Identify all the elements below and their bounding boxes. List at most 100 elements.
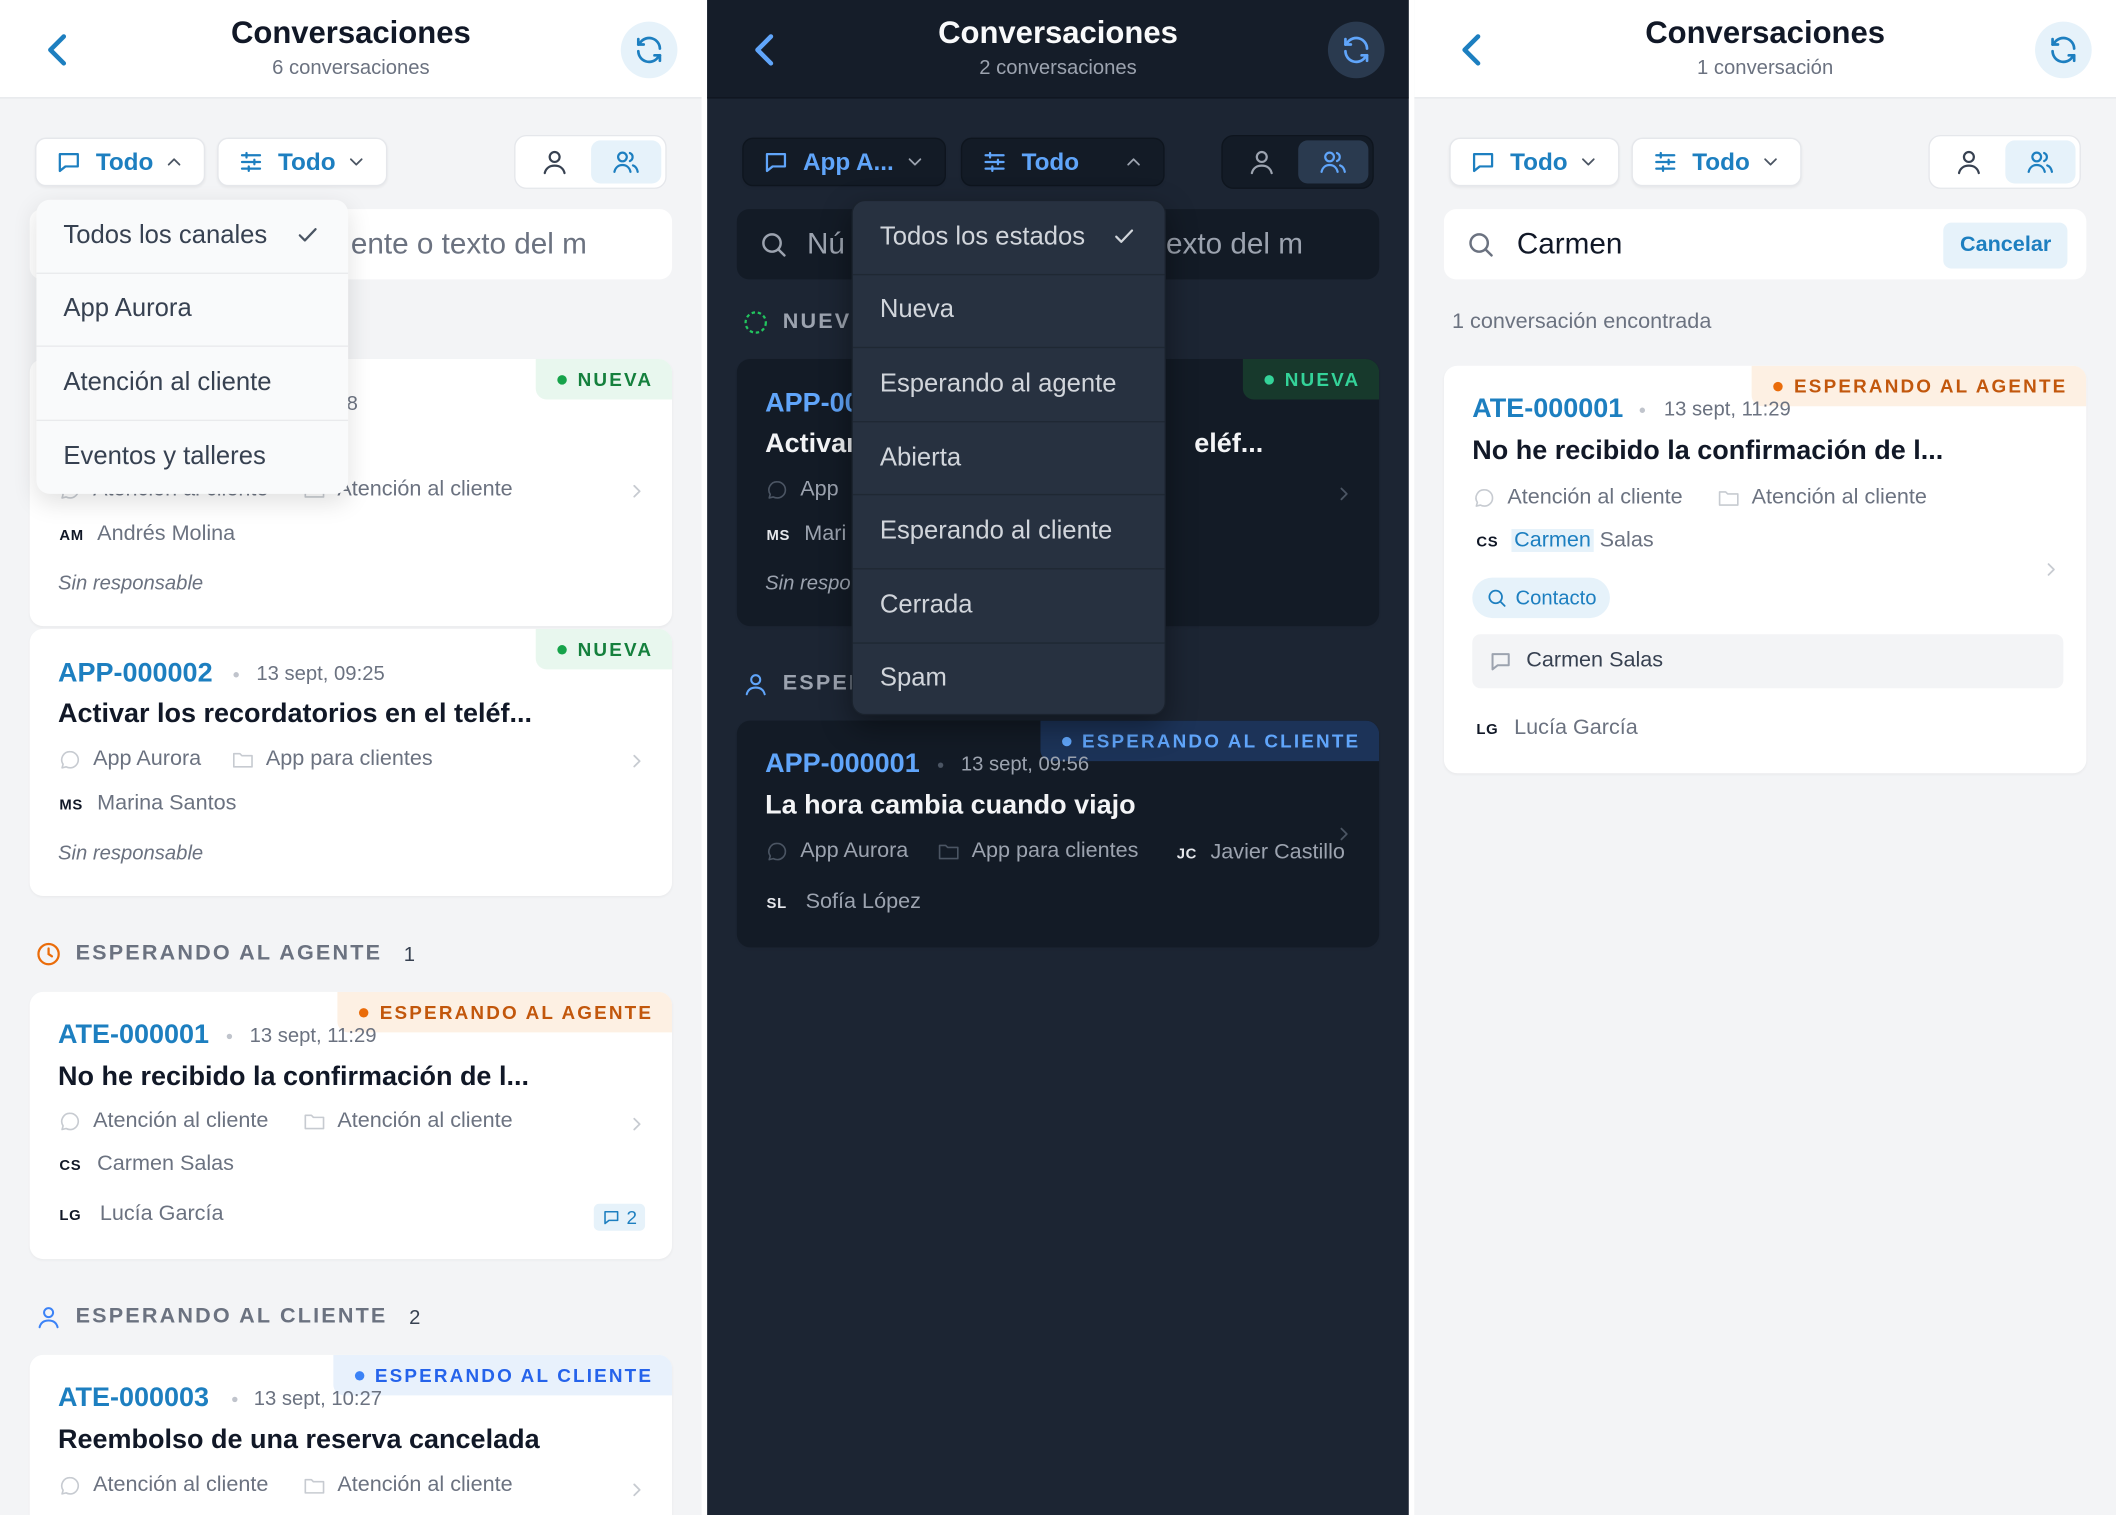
users-icon (611, 147, 641, 177)
search-value: Carmen (1516, 226, 1623, 261)
conversation-card[interactable]: ESPERANDO AL AGENTE ATE-000001 13 sept, … (1443, 365, 2087, 774)
assignee-toggle (1221, 134, 1374, 189)
menu-item-all-statuses[interactable]: Todos los estados (852, 201, 1165, 275)
page-subtitle: 2 conversaciones (979, 56, 1137, 80)
cancel-search-button[interactable]: Cancelar (1943, 222, 2068, 269)
menu-item-events[interactable]: Eventos y talleres (36, 421, 348, 494)
header: Conversaciones 6 conversaciones (0, 0, 702, 99)
conversation-code: ATE-000003 (58, 1383, 210, 1413)
conversation-date: 13 sept, 11:29 (249, 1024, 377, 1048)
conversation-channel: App (765, 478, 839, 502)
channel-filter-button[interactable]: Todo (1449, 137, 1620, 187)
match-tag: Contacto (1472, 577, 1611, 619)
refresh-button[interactable] (620, 21, 678, 79)
conversation-date: 13 sept, 09:56 (960, 753, 1090, 776)
all-toggle-button[interactable] (590, 140, 662, 184)
mine-toggle-button[interactable] (1227, 140, 1298, 183)
chat-bubble-icon (765, 478, 789, 502)
assignee-name: Lucía García (99, 1202, 224, 1226)
message-icon (762, 148, 789, 175)
contact-name: Mari (804, 522, 847, 546)
panel-search-results: Conversaciones 1 conversación Todo Todo … (1414, 0, 2116, 1515)
refresh-button[interactable] (1327, 21, 1385, 79)
conversation-card[interactable]: ESPERANDO AL CLIENTE APP-000001 13 sept,… (736, 720, 1380, 948)
status-badge: ESPERANDO AL CLIENTE (332, 1354, 673, 1396)
status-badge: ESPERANDO AL CLIENTE (1040, 720, 1380, 762)
conversation-channel: Atención al cliente (1472, 486, 1683, 510)
conversation-subject: No he recibido la confirmación de l... (1472, 435, 1944, 466)
status-badge: ESPERANDO AL AGENTE (1752, 365, 2087, 407)
conversation-card[interactable]: NUEVA APP-000002 13 sept, 09:25 Activar … (29, 628, 673, 897)
chevron-down-icon (1760, 151, 1782, 179)
search-input[interactable]: Carmen Cancelar (1443, 209, 2087, 280)
section-header-waiting-client: ESPER (742, 671, 866, 698)
folder-icon (1717, 486, 1741, 510)
status-filter-button[interactable]: Todo (217, 137, 388, 187)
panel-list-light: Conversaciones 6 conversaciones Todo Tod… (0, 0, 702, 1515)
header: Conversaciones 2 conversaciones (707, 0, 1409, 99)
channel-filter-label: Todo (1510, 147, 1568, 175)
chevron-right-icon (1333, 823, 1355, 851)
assignee-name: Sin responsable (58, 842, 204, 866)
menu-item-new[interactable]: Nueva (852, 275, 1165, 349)
avatar: CS (1476, 534, 1499, 551)
avatar: SL (766, 896, 787, 913)
all-toggle-button[interactable] (1297, 140, 1369, 184)
conversation-code: APP-000002 (58, 658, 213, 689)
conversation-subject: Activar los recordatorios en el teléf... (58, 699, 533, 729)
status-badge: NUEVA (535, 358, 673, 400)
refresh-icon (633, 34, 665, 66)
status-dropdown-menu: Todos los estados Nueva Esperando al age… (851, 199, 1166, 716)
conversation-folder: Atención al cliente (1717, 486, 1927, 510)
result-count: 1 conversación encontrada (1452, 310, 1712, 334)
users-icon (2025, 147, 2055, 177)
menu-item-all-channels[interactable]: Todos los canales (36, 200, 349, 274)
conversation-subject: No he recibido la confirmación de l... (58, 1062, 529, 1092)
status-filter-button[interactable]: Todo (960, 137, 1165, 187)
avatar: MS (59, 797, 83, 814)
section-header-new: NUEV (742, 309, 851, 336)
menu-item-spam[interactable]: Spam (853, 643, 1165, 714)
channel-filter-label: App A... (802, 147, 894, 175)
search-icon (758, 229, 788, 259)
contact-name: Marina Santos (97, 792, 237, 816)
menu-item-open[interactable]: Abierta (852, 422, 1165, 496)
conversation-code: APP-00 (765, 388, 860, 419)
separator-dot (226, 1033, 233, 1040)
conversation-card[interactable]: ESPERANDO AL AGENTE ATE-000001 13 sept, … (29, 991, 673, 1260)
message-icon (55, 148, 82, 175)
refresh-button[interactable] (2035, 21, 2092, 79)
conversation-channel: App Aurora (765, 839, 908, 863)
status-badge: NUEVA (1242, 358, 1380, 400)
chevron-up-icon (1123, 151, 1145, 179)
chat-bubble-icon (1472, 486, 1496, 510)
assignee-avatar: LG (1476, 721, 1499, 739)
chevron-down-icon (345, 151, 367, 179)
all-toggle-button[interactable] (2004, 140, 2076, 184)
sliders-icon (981, 148, 1008, 175)
conversation-card[interactable]: ESPERANDO AL CLIENTE ATE-000003 13 sept,… (29, 1354, 673, 1515)
status-filter-label: Todo (1021, 147, 1080, 175)
user-icon (35, 1304, 62, 1331)
menu-item-app-aurora[interactable]: App Aurora (36, 273, 349, 348)
refresh-icon (1340, 34, 1372, 66)
folder-icon (231, 748, 255, 772)
conversation-folder: Atención al cliente (302, 1109, 513, 1133)
search-placeholder: ente o texto del m (350, 226, 587, 261)
assignee-toggle (514, 134, 667, 189)
assignee-toggle (1928, 134, 2081, 189)
menu-item-closed[interactable]: Cerrada (852, 569, 1165, 644)
menu-item-customer-service[interactable]: Atención al cliente (36, 347, 349, 421)
match-snippet: Carmen Salas (1472, 634, 2064, 689)
menu-item-waiting-agent[interactable]: Esperando al agente (852, 348, 1165, 423)
chat-bubble-icon (58, 1474, 82, 1498)
channel-filter-button[interactable]: App A... (742, 137, 946, 187)
status-filter-button[interactable]: Todo (1631, 137, 1802, 187)
channel-filter-button[interactable]: Todo (35, 137, 206, 187)
menu-item-waiting-client[interactable]: Esperando al cliente (852, 496, 1165, 570)
conversation-code: APP-000001 (765, 748, 920, 779)
message-icon (1488, 649, 1512, 673)
mine-toggle-button[interactable] (1934, 140, 2005, 183)
refresh-icon (2047, 34, 2079, 66)
mine-toggle-button[interactable] (520, 140, 591, 183)
